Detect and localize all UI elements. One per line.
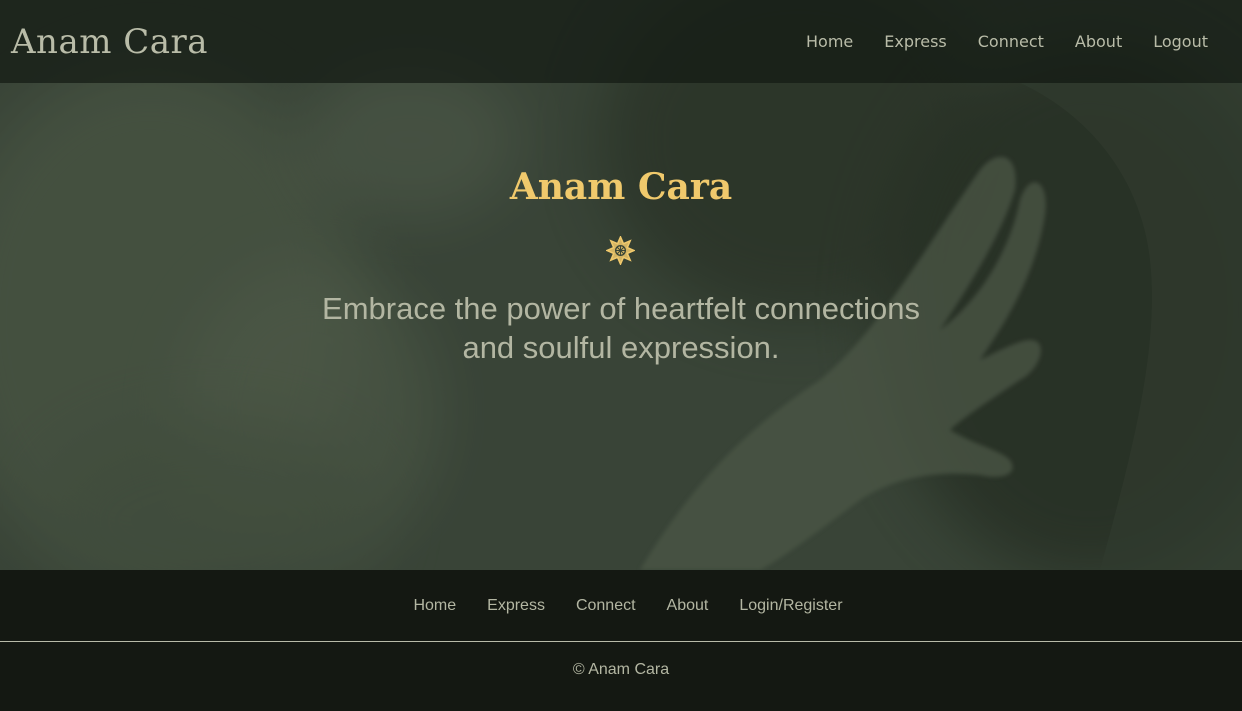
top-nav: Home Express Connect About Logout	[806, 32, 1208, 51]
hero-title: Anam Cara	[509, 166, 733, 208]
footer-nav: Home Express Connect About Login/Registe…	[0, 570, 1242, 642]
nav-about-link[interactable]: About	[1075, 32, 1122, 51]
nav-home-link[interactable]: Home	[806, 32, 853, 51]
footer-connect-link[interactable]: Connect	[576, 597, 636, 615]
nav-logout-link[interactable]: Logout	[1153, 32, 1208, 51]
site-header: Anam Cara Home Express Connect About Log…	[0, 0, 1242, 83]
footer-about-link[interactable]: About	[667, 597, 709, 615]
nav-express-link[interactable]: Express	[884, 32, 946, 51]
mandala-flower-icon	[606, 236, 635, 265]
site-footer: © Anam Cara	[0, 642, 1242, 711]
footer-login-register-link[interactable]: Login/Register	[739, 597, 842, 615]
nav-connect-link[interactable]: Connect	[978, 32, 1044, 51]
hero-tagline: Embrace the power of heartfelt connectio…	[322, 291, 920, 365]
brand-logo-text[interactable]: Anam Cara	[11, 22, 208, 62]
hero-section: Anam Cara Embrace the power of heartfelt…	[0, 83, 1242, 570]
footer-express-link[interactable]: Express	[487, 597, 545, 615]
footer-home-link[interactable]: Home	[413, 597, 456, 615]
copyright-text: © Anam Cara	[572, 661, 670, 678]
